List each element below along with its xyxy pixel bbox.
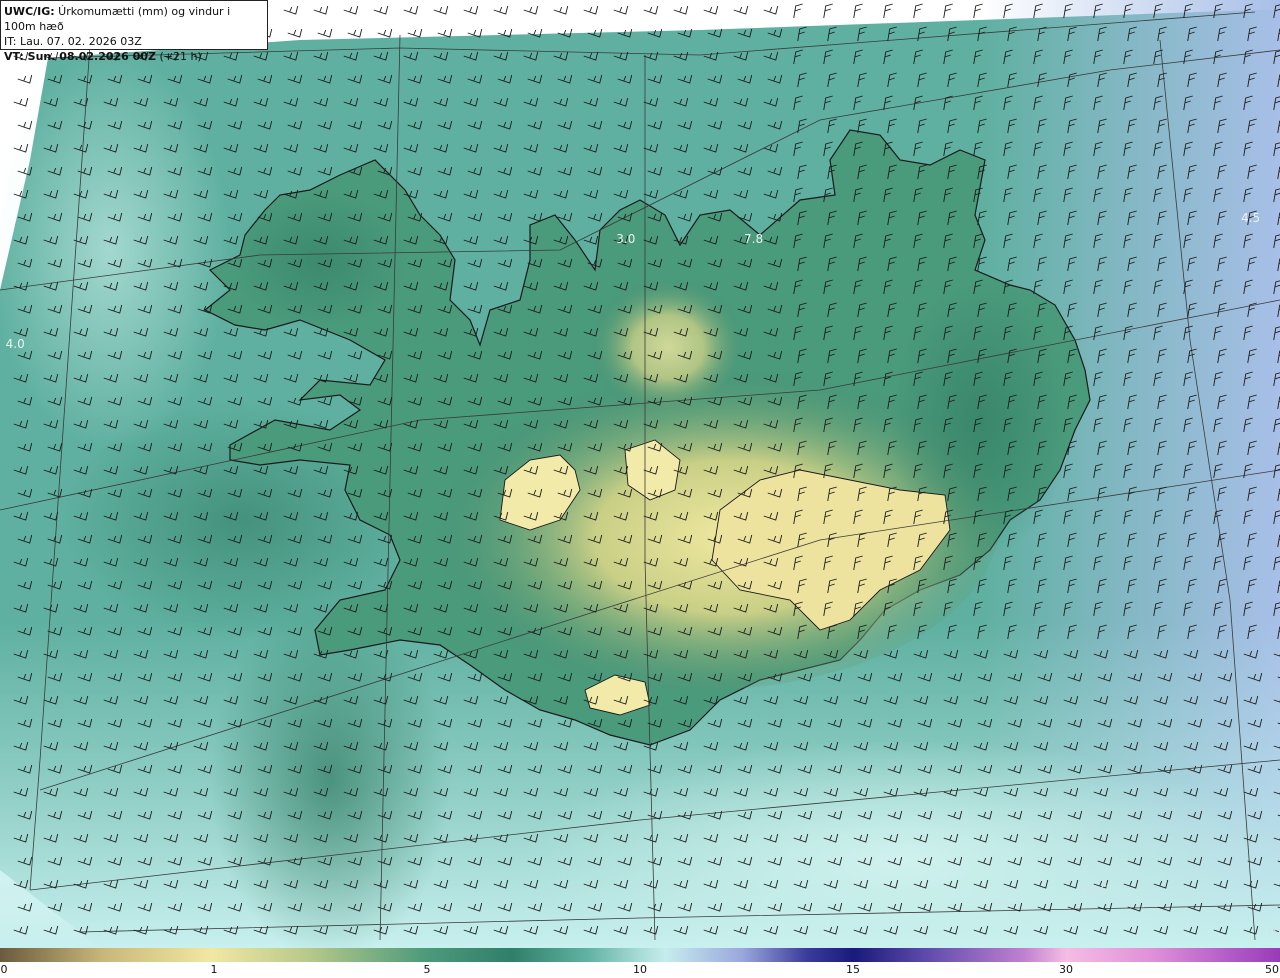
- valid-time-line: VT: Sun. 08.02.2026 00Z (+21 h): [4, 49, 264, 64]
- wind-barb: [733, 5, 749, 15]
- model-prefix: UWC/IG:: [4, 5, 55, 18]
- west-light-blob: [0, 50, 230, 450]
- wind-barb: [283, 5, 299, 15]
- wind-barb: [613, 5, 629, 15]
- precipitation-wind-map: 9.93.07.84.54.03.99.911.510.610.310.1: [0, 0, 1280, 948]
- wind-barb: [347, 28, 363, 38]
- init-time-line: IT: Lau. 07. 02. 2026 03Z: [4, 34, 264, 49]
- wind-barb: [17, 74, 33, 84]
- wind-barb: [377, 28, 393, 38]
- map-value-label: 10.6: [1081, 883, 1108, 897]
- wind-barb: [823, 3, 833, 19]
- wind-barb: [317, 28, 333, 38]
- map-value-label: 4.5: [1241, 211, 1260, 225]
- map-value-label: 10.3: [1266, 925, 1280, 939]
- valid-prefix: VT:: [4, 50, 24, 63]
- wind-barb: [703, 5, 719, 15]
- colorbar-tick-5: 5: [423, 963, 431, 976]
- wind-barb: [433, 5, 449, 15]
- init-time: Lau. 07. 02. 2026 03Z: [16, 35, 142, 48]
- wind-barb: [853, 3, 863, 19]
- north-dry-zone: [580, 270, 740, 410]
- lead-time: (+21 h): [155, 50, 202, 63]
- colorbar-tick-0: 0: [0, 963, 8, 976]
- map-info-box: UWC/IG: Úrkomumætti (mm) og vindur i 100…: [0, 0, 268, 63]
- wind-barb: [673, 5, 689, 15]
- wind-barb: [553, 5, 569, 15]
- wind-barb: [373, 5, 389, 15]
- map-value-label: 4.0: [6, 337, 25, 351]
- wind-barb: [643, 5, 659, 15]
- wind-barb: [407, 28, 423, 38]
- wind-barb: [943, 3, 953, 19]
- wind-barb: [403, 5, 419, 15]
- valid-time: Sun. 08.02.2026 00Z: [23, 50, 156, 63]
- wind-barb: [437, 28, 453, 38]
- map-value-label: 7.8: [744, 232, 763, 246]
- colorbar-tick-15: 15: [846, 963, 860, 976]
- wind-barb: [583, 5, 599, 15]
- wind-barb: [793, 3, 803, 19]
- wind-barb: [313, 5, 329, 15]
- init-prefix: IT:: [4, 35, 17, 48]
- wind-barb: [13, 97, 29, 107]
- wind-barb: [493, 5, 509, 15]
- map-value-label: 3.0: [616, 232, 635, 246]
- colorbar-gradient: [0, 948, 1280, 962]
- wind-barb: [763, 5, 779, 15]
- westfjords-green: [230, 190, 410, 330]
- colorbar-tick-1: 1: [210, 963, 218, 976]
- colorbar: 0 1 5 10 15 30 50: [0, 948, 1280, 978]
- wind-barb: [343, 5, 359, 15]
- wind-barb: [913, 3, 923, 19]
- wind-barb: [463, 5, 479, 15]
- colorbar-tick-10: 10: [633, 963, 647, 976]
- wind-barb: [883, 3, 893, 19]
- wind-barb: [523, 5, 539, 15]
- colorbar-tick-50: 50: [1265, 963, 1279, 976]
- wind-barb: [287, 28, 303, 38]
- colorbar-tick-30: 30: [1059, 963, 1073, 976]
- title-line: UWC/IG: Úrkomumætti (mm) og vindur i 100…: [4, 4, 264, 34]
